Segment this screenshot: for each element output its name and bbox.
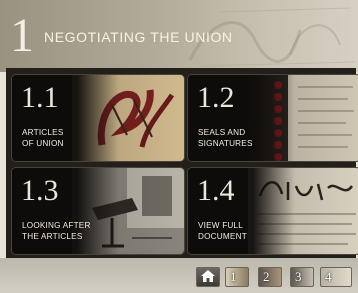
tile-articles-of-union[interactable]: 1.1 ARTICLES OF UNION <box>11 74 185 162</box>
chapter-3-button-label: 3 <box>295 269 302 284</box>
tile-label: VIEW FULL DOCUMENT <box>198 220 288 242</box>
home-button[interactable] <box>196 267 220 287</box>
tile-label-line1: LOOKING AFTER <box>22 221 91 230</box>
tile-looking-after-the-articles[interactable]: 1.3 LOOKING AFTER THE ARTICLES <box>11 167 185 255</box>
tile-seals-and-signatures[interactable]: 1.2 SEALS AND SIGNATURES <box>187 74 358 162</box>
chapter-2-button-label: 2 <box>263 269 270 284</box>
chapter-3-button[interactable]: 3 <box>290 267 314 287</box>
chapter-screen: 1 NEGOTIATING THE UNION 1.1 ARTICLES OF … <box>0 0 358 293</box>
chapter-4-button-label: 4 <box>325 269 332 284</box>
tile-label: ARTICLES OF UNION <box>22 127 112 149</box>
tile-label-line1: VIEW FULL <box>198 221 244 230</box>
tile-label: LOOKING AFTER THE ARTICLES <box>22 220 112 242</box>
tile-label-line2: THE ARTICLES <box>22 232 83 241</box>
chapter-header: 1 NEGOTIATING THE UNION <box>0 0 358 72</box>
home-icon <box>201 270 215 282</box>
tile-label-line2: SIGNATURES <box>198 139 253 148</box>
tile-number: 1.2 <box>197 81 235 114</box>
chapter-number: 1 <box>10 9 34 62</box>
tile-number: 1.3 <box>21 174 59 207</box>
tile-label: SEALS AND SIGNATURES <box>198 127 288 149</box>
chapter-title: NEGOTIATING THE UNION <box>44 29 233 45</box>
tile-label-line2: OF UNION <box>22 139 64 148</box>
chapter-1-button-label: 1 <box>230 269 237 284</box>
chapter-1-button[interactable]: 1 <box>225 267 249 287</box>
tile-view-full-document[interactable]: 1.4 VIEW FULL DOCUMENT <box>187 167 358 255</box>
tile-number: 1.4 <box>197 174 235 207</box>
tile-label-line1: ARTICLES <box>22 128 64 137</box>
chapter-4-button[interactable]: 4 <box>320 267 352 287</box>
tile-label-line1: SEALS AND <box>198 128 246 137</box>
chapter-2-button[interactable]: 2 <box>258 267 282 287</box>
tile-number: 1.1 <box>21 81 59 114</box>
tile-label-line2: DOCUMENT <box>198 232 247 241</box>
